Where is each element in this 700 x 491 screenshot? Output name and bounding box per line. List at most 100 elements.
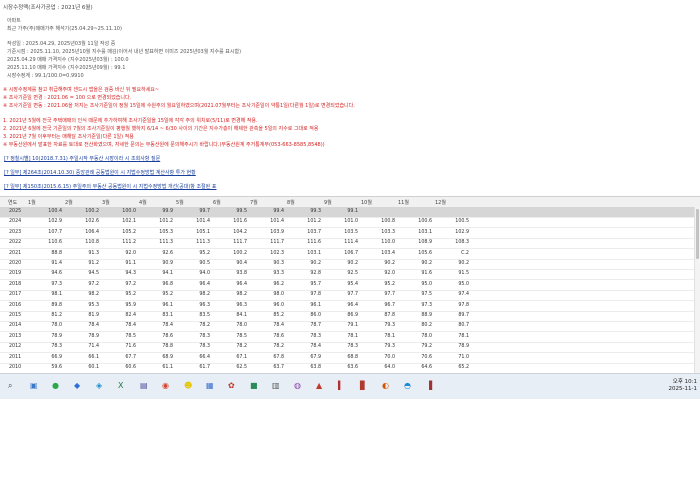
app-10-icon[interactable]: ▲ (316, 381, 322, 390)
table-row[interactable]: 2017 98.1 98.2 95.2 95.2 98.2 98.2 98.0 97.8 97.7… (0, 290, 695, 302)
scrollbar-thumb[interactable] (696, 209, 699, 259)
column-header[interactable]: 연도 (8, 199, 17, 206)
kakaotalk-icon[interactable]: ☻ (184, 381, 192, 390)
table-cell: 63.8 (310, 365, 321, 370)
table-cell: 93.8 (236, 271, 247, 277)
table-row[interactable]: 2018 97.3 97.2 97.2 96.8 96.4 96.4 96.2 95.7 95.4… (0, 280, 695, 291)
app-1-icon[interactable]: ● (52, 381, 59, 390)
table-row[interactable]: 2020 91.4 91.2 91.1 90.9 90.5 90.4 90.3 90.2 90.2… (0, 259, 695, 270)
table-cell: 96.1 (310, 302, 321, 308)
clock-date[interactable]: 2025-11-1 (669, 386, 697, 392)
app-14-icon[interactable]: ▐ (426, 381, 432, 390)
table-cell: 97.8 (310, 292, 321, 298)
table-cell: 79.2 (421, 344, 432, 350)
app-9-icon[interactable]: ◍ (294, 381, 301, 390)
task-view-icon[interactable]: ▣ (30, 381, 38, 390)
column-header[interactable]: 12월 (435, 199, 446, 206)
column-header[interactable]: 10월 (361, 199, 372, 206)
app-4-icon[interactable]: ▤ (140, 381, 148, 390)
blank-area (0, 399, 700, 491)
table-cell: 95.0 (458, 281, 469, 287)
column-header[interactable]: 6월 (213, 199, 221, 206)
table-cell: 91.1 (125, 261, 136, 266)
table-cell: 86.9 (347, 313, 358, 318)
table-cell: 66.1 (88, 354, 99, 360)
app-8-icon[interactable]: ▥ (272, 381, 280, 390)
column-header[interactable]: 5월 (176, 199, 184, 206)
column-header[interactable]: 4월 (139, 199, 147, 206)
table-row[interactable]: 2010 59.6 60.1 60.6 61.1 61.7 62.5 63.7 63.8 63.6… (0, 363, 695, 373)
excel-icon[interactable]: X (118, 381, 123, 390)
table-cell: 63.7 (273, 365, 284, 370)
row-year: 2024 (9, 219, 22, 225)
notice-text: 1. 2021년 5월에 전국 주택매매의 인식 때문에 추가하여해 조사기준일… (3, 118, 258, 124)
table-cell: 97.3 (51, 281, 62, 287)
table-cell: 97.7 (384, 292, 395, 298)
column-header[interactable]: 7월 (250, 199, 258, 206)
vertical-scrollbar[interactable] (694, 207, 700, 373)
table-cell: 95.0 (421, 281, 432, 287)
table-row[interactable]: 2019 94.6 94.5 94.3 94.1 94.0 93.8 93.3 92.8 92.5… (0, 269, 695, 281)
table-row[interactable]: 2021 88.8 91.3 92.0 92.6 95.2 100.2 102.3 103.1 1… (0, 249, 695, 260)
table-cell: 108.3 (455, 240, 469, 246)
app-6-icon[interactable]: ✿ (228, 381, 235, 390)
reference-link[interactable]: [? 정칠시별] 10(2018.7.31) 주일시작 부동산 시장이라 시 조… (4, 155, 160, 162)
table-row[interactable]: 2013 78.9 78.9 78.5 78.6 78.3 78.5 78.6 78.3 78.1… (0, 332, 695, 343)
reference-link[interactable]: [? 일부] 제264조(2014.10.30) 중앙관례 공동법원이 시 지법… (4, 169, 196, 176)
table-cell: 90.5 (199, 261, 210, 266)
table-cell: 66.4 (199, 354, 210, 360)
column-header[interactable]: 11월 (398, 199, 409, 206)
table-row[interactable]: 2012 78.3 71.4 71.6 78.8 78.3 78.2 78.2 78.4 78.3… (0, 342, 695, 354)
table-cell: 91.3 (88, 250, 99, 256)
table-cell: 111.7 (270, 240, 284, 246)
app-7-icon[interactable]: ■ (250, 381, 258, 390)
table-cell: 110.8 (85, 240, 99, 246)
column-header[interactable]: 3월 (102, 199, 110, 206)
app-5-icon[interactable]: ▦ (206, 381, 214, 390)
table-cell: 85.2 (273, 313, 284, 318)
table-cell: 68.9 (162, 354, 173, 360)
table-row[interactable]: 2023 107.7 106.4 105.2 105.3 105.1 104.2 103.9 1… (0, 228, 695, 239)
column-header[interactable]: 8월 (287, 199, 295, 206)
table-cell: 90.9 (162, 261, 173, 266)
app-12-icon[interactable]: ▊ (360, 381, 366, 390)
table-row[interactable]: 2016 89.8 95.3 95.9 96.1 96.3 96.3 96.0 96.1 96.4… (0, 301, 695, 312)
row-year: 2013 (9, 333, 22, 339)
table-cell: C.2 (461, 250, 469, 256)
app-2-icon[interactable]: ◆ (74, 381, 80, 390)
table-row[interactable]: 2025 100.4 100.2 100.0 99.9 99.7 99.5 99.4 99.3 9… (0, 207, 695, 218)
table-cell: 105.3 (159, 229, 173, 235)
clock-time[interactable]: 오후 10:1 (673, 377, 697, 385)
column-header[interactable]: 9월 (324, 199, 332, 206)
table-cell: 65.2 (458, 365, 469, 370)
table-cell: 94.1 (162, 271, 173, 277)
table-cell: 71.0 (458, 354, 469, 360)
app-11-icon[interactable]: ▍ (338, 381, 344, 390)
app-3-icon[interactable]: ◈ (96, 381, 102, 390)
table-cell: 78.7 (310, 323, 321, 329)
table-cell: 78.2 (199, 323, 210, 329)
row-year: 2019 (9, 271, 22, 277)
table-cell: 92.0 (125, 250, 136, 256)
table-cell: 95.4 (347, 281, 358, 287)
reference-link[interactable]: [? 일부] 제150조(2015.6.15) 주일주의 부동산 공동법원이 시… (4, 183, 216, 190)
table-cell: 59.6 (51, 365, 62, 370)
edge-icon[interactable]: ◓ (404, 381, 411, 390)
search-icon[interactable]: ⌕ (8, 381, 12, 391)
table-row[interactable]: 2014 78.0 78.4 78.4 78.4 78.2 78.0 78.4 78.7 79.1… (0, 321, 695, 333)
table-cell: 103.7 (307, 229, 321, 235)
chrome-icon[interactable]: ◉ (162, 381, 169, 390)
table-row[interactable]: 2024 102.9 102.6 102.1 101.2 101.4 101.6 101.4 1… (0, 217, 695, 229)
info-subheading: 최근 가주(주)매매가주 해석기(25.04.29~25.11.10) (7, 26, 122, 32)
table-cell: 111.6 (307, 240, 321, 246)
table-cell: 91.6 (421, 271, 432, 277)
column-header[interactable]: 1월 (28, 199, 36, 206)
app-13-icon[interactable]: ◐ (382, 381, 389, 390)
table-cell: 101.2 (159, 219, 173, 225)
table-cell: 103.1 (418, 229, 432, 235)
table-row[interactable]: 2011 66.9 66.1 67.7 68.9 66.4 67.1 67.8 67.9 68.8… (0, 353, 695, 364)
table-cell: 96.4 (347, 302, 358, 308)
column-header[interactable]: 2월 (65, 199, 73, 206)
table-row[interactable]: 2015 81.2 81.9 82.4 83.1 83.5 84.1 85.2 86.0 86.9… (0, 311, 695, 322)
table-row[interactable]: 2022 110.6 110.8 111.2 111.3 111.3 111.7 111.7 1… (0, 238, 695, 250)
